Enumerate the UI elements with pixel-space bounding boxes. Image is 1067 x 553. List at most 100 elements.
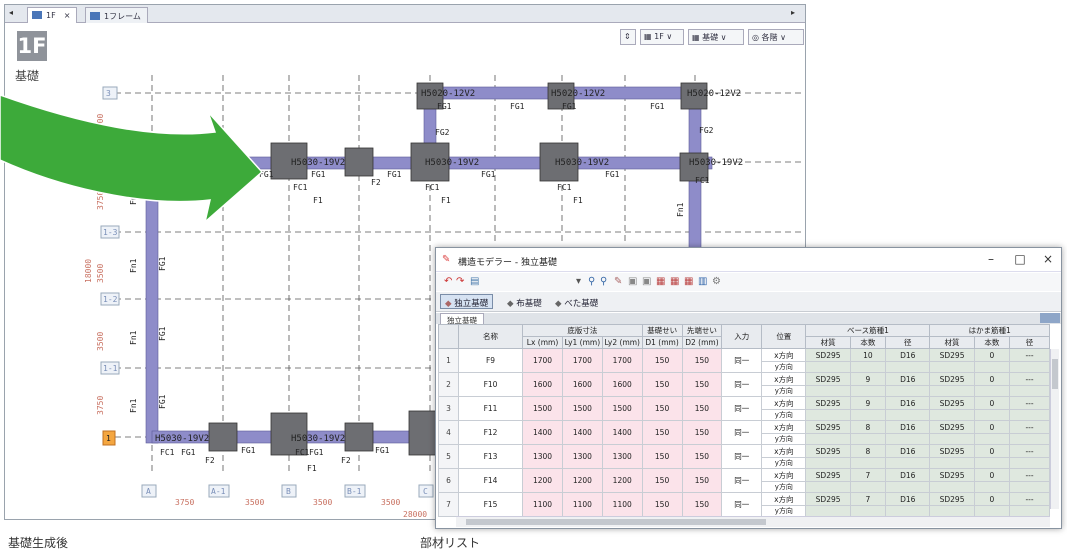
lx-cell[interactable]: 1700 (522, 348, 563, 373)
empty-cell[interactable] (885, 385, 931, 397)
mode-isolated-footing[interactable]: ◆ 独立基礎 (440, 294, 494, 309)
vertical-scrollbar[interactable] (1050, 349, 1059, 509)
ly1-cell[interactable]: 1100 (561, 492, 603, 517)
table-row[interactable]: 7 F15 1100 1100 1100 150 150 同一 x方向 SD295 7 D16 SD29… (438, 492, 1050, 517)
d2-cell[interactable]: 150 (681, 372, 723, 397)
diameter-cell[interactable]: D16 (885, 420, 931, 434)
lx-cell[interactable]: 1200 (522, 468, 563, 493)
diameter-cell[interactable]: D16 (885, 492, 931, 506)
empty-cell[interactable] (1009, 385, 1050, 397)
d2-cell[interactable]: 150 (681, 396, 723, 421)
count2-cell[interactable]: 0 (973, 348, 1011, 362)
diameter2-cell[interactable]: --- (1009, 372, 1050, 386)
name-cell[interactable]: F11 (457, 396, 524, 421)
empty-cell[interactable] (929, 457, 975, 469)
sheet-tab[interactable]: 独立基礎 (440, 313, 484, 325)
empty-cell[interactable] (973, 409, 1011, 421)
count-cell[interactable]: 9 (849, 396, 887, 410)
isolated-footing[interactable] (344, 147, 374, 177)
empty-cell[interactable] (885, 481, 931, 493)
d2-cell[interactable]: 150 (681, 444, 723, 469)
count2-cell[interactable]: 0 (973, 492, 1011, 506)
count-cell[interactable]: 8 (849, 444, 887, 458)
copy-icon[interactable]: ▣ (628, 276, 637, 287)
input-cell[interactable]: 同一 (721, 444, 763, 469)
d1-cell[interactable]: 150 (641, 492, 683, 517)
material-cell[interactable]: SD295 (805, 396, 851, 410)
minimize-button[interactable]: – (981, 252, 1001, 268)
lx-cell[interactable]: 1100 (522, 492, 563, 517)
name-cell[interactable]: F10 (457, 372, 524, 397)
name-cell[interactable]: F9 (457, 348, 524, 373)
ly1-cell[interactable]: 1200 (561, 468, 603, 493)
count2-cell[interactable]: 0 (973, 372, 1011, 386)
empty-cell[interactable] (929, 409, 975, 421)
empty-cell[interactable] (929, 361, 975, 373)
isolated-footing[interactable] (344, 422, 374, 452)
empty-cell[interactable] (805, 505, 851, 517)
table-row[interactable]: 2 F10 1600 1600 1600 150 150 同一 x方向 SD295 9 D16 SD29… (438, 372, 1050, 397)
material-cell[interactable]: SD295 (805, 468, 851, 482)
material-cell[interactable]: SD295 (805, 372, 851, 386)
empty-cell[interactable] (1009, 505, 1050, 517)
material2-cell[interactable]: SD295 (929, 396, 975, 410)
ly2-cell[interactable]: 1600 (601, 372, 643, 397)
ly2-cell[interactable]: 1300 (601, 444, 643, 469)
diameter2-cell[interactable]: --- (1009, 396, 1050, 410)
diameter2-cell[interactable]: --- (1009, 444, 1050, 458)
d1-cell[interactable]: 150 (641, 348, 683, 373)
material-cell[interactable]: SD295 (805, 348, 851, 362)
count-cell[interactable]: 8 (849, 420, 887, 434)
empty-cell[interactable] (805, 457, 851, 469)
count-cell[interactable]: 10 (849, 348, 887, 362)
empty-cell[interactable] (929, 505, 975, 517)
input-cell[interactable]: 同一 (721, 372, 763, 397)
diameter2-cell[interactable]: --- (1009, 468, 1050, 482)
empty-cell[interactable] (849, 481, 887, 493)
empty-cell[interactable] (805, 409, 851, 421)
empty-cell[interactable] (929, 385, 975, 397)
empty-cell[interactable] (885, 457, 931, 469)
empty-cell[interactable] (885, 409, 931, 421)
diameter2-cell[interactable]: --- (1009, 420, 1050, 434)
d1-cell[interactable]: 150 (641, 468, 683, 493)
undo-icon[interactable]: ↶ (444, 276, 452, 287)
d1-cell[interactable]: 150 (641, 444, 683, 469)
diameter-cell[interactable]: D16 (885, 468, 931, 482)
empty-cell[interactable] (973, 361, 1011, 373)
diameter-cell[interactable]: D16 (885, 372, 931, 386)
chart-icon[interactable]: ▥ (698, 276, 707, 287)
empty-cell[interactable] (805, 481, 851, 493)
horizontal-scrollbar[interactable] (456, 516, 1050, 527)
delete-icon[interactable]: ▦ (656, 276, 665, 287)
ly1-cell[interactable]: 1400 (561, 420, 603, 445)
empty-cell[interactable] (973, 481, 1011, 493)
name-cell[interactable]: F12 (457, 420, 524, 445)
ly2-cell[interactable]: 1700 (601, 348, 643, 373)
maximize-button[interactable]: □ (1010, 252, 1030, 268)
empty-cell[interactable] (1009, 361, 1050, 373)
empty-cell[interactable] (805, 361, 851, 373)
ly2-cell[interactable]: 1500 (601, 396, 643, 421)
empty-cell[interactable] (973, 433, 1011, 445)
d2-cell[interactable]: 150 (681, 420, 723, 445)
empty-cell[interactable] (973, 505, 1011, 517)
isolated-footing[interactable] (208, 422, 238, 452)
ly2-cell[interactable]: 1100 (601, 492, 643, 517)
count-cell[interactable]: 7 (849, 468, 887, 482)
empty-cell[interactable] (929, 433, 975, 445)
table-row[interactable]: 3 F11 1500 1500 1500 150 150 同一 x方向 SD295 9 D16 SD29… (438, 396, 1050, 421)
scroll-thumb[interactable] (1052, 359, 1058, 389)
empty-cell[interactable] (973, 385, 1011, 397)
settings-icon[interactable]: ⚙ (712, 276, 721, 287)
diameter-cell[interactable]: D16 (885, 444, 931, 458)
name-cell[interactable]: F15 (457, 492, 524, 517)
table-row[interactable]: 4 F12 1400 1400 1400 150 150 同一 x方向 SD295 8 D16 SD29… (438, 420, 1050, 445)
d1-cell[interactable]: 150 (641, 396, 683, 421)
empty-cell[interactable] (1009, 481, 1050, 493)
ly1-cell[interactable]: 1300 (561, 444, 603, 469)
input-cell[interactable]: 同一 (721, 348, 763, 373)
input-cell[interactable]: 同一 (721, 420, 763, 445)
mode-strip-footing[interactable]: ◆ 布基礎 (502, 294, 547, 309)
count2-cell[interactable]: 0 (973, 468, 1011, 482)
